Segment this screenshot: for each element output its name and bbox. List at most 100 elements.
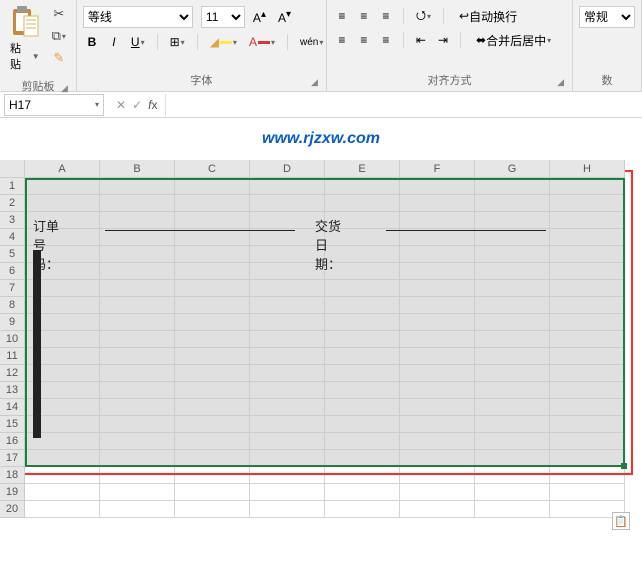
cell[interactable] bbox=[100, 263, 175, 280]
number-format-select[interactable]: 常规 bbox=[579, 6, 635, 28]
fill-color-button[interactable]: ◢▾ bbox=[206, 32, 241, 52]
cell[interactable] bbox=[475, 314, 550, 331]
decrease-indent-button[interactable]: ⇤ bbox=[412, 30, 430, 50]
cell[interactable] bbox=[250, 280, 325, 297]
cell[interactable] bbox=[325, 433, 400, 450]
cell[interactable] bbox=[400, 178, 475, 195]
cell[interactable] bbox=[175, 297, 250, 314]
font-color-button[interactable]: A▾ bbox=[245, 32, 279, 52]
phonetic-button[interactable]: wén▾ bbox=[296, 32, 327, 52]
cell[interactable] bbox=[100, 501, 175, 518]
row-header[interactable]: 8 bbox=[0, 297, 25, 314]
cell[interactable] bbox=[325, 450, 400, 467]
cell[interactable] bbox=[325, 416, 400, 433]
cell[interactable] bbox=[175, 314, 250, 331]
cell[interactable] bbox=[250, 484, 325, 501]
cell[interactable] bbox=[550, 365, 625, 382]
row-header[interactable]: 4 bbox=[0, 229, 25, 246]
cell[interactable] bbox=[550, 433, 625, 450]
row-header[interactable]: 9 bbox=[0, 314, 25, 331]
cell[interactable] bbox=[475, 382, 550, 399]
cell[interactable] bbox=[325, 178, 400, 195]
align-bottom-button[interactable]: ≡ bbox=[377, 6, 395, 26]
cell[interactable] bbox=[250, 467, 325, 484]
cell[interactable] bbox=[25, 263, 100, 280]
column-header[interactable]: D bbox=[250, 160, 325, 178]
paste-options-button[interactable]: 📋 bbox=[612, 512, 630, 530]
row-header[interactable]: 16 bbox=[0, 433, 25, 450]
select-all-corner[interactable] bbox=[0, 160, 25, 178]
cell[interactable] bbox=[550, 331, 625, 348]
cell[interactable] bbox=[475, 501, 550, 518]
row-header[interactable]: 17 bbox=[0, 450, 25, 467]
column-header[interactable]: H bbox=[550, 160, 625, 178]
cell[interactable] bbox=[175, 416, 250, 433]
cell[interactable] bbox=[475, 229, 550, 246]
cell[interactable] bbox=[250, 314, 325, 331]
cell[interactable] bbox=[400, 365, 475, 382]
cell[interactable] bbox=[100, 399, 175, 416]
cell[interactable] bbox=[175, 433, 250, 450]
cell[interactable] bbox=[25, 416, 100, 433]
cell[interactable] bbox=[550, 484, 625, 501]
cell[interactable] bbox=[250, 365, 325, 382]
row-header[interactable]: 1 bbox=[0, 178, 25, 195]
cell[interactable] bbox=[250, 178, 325, 195]
cell[interactable] bbox=[250, 399, 325, 416]
align-middle-button[interactable]: ≡ bbox=[355, 6, 373, 26]
cell[interactable] bbox=[400, 263, 475, 280]
cell[interactable] bbox=[175, 229, 250, 246]
cell[interactable] bbox=[25, 348, 100, 365]
cell[interactable] bbox=[175, 246, 250, 263]
cut-button[interactable]: ✂ bbox=[48, 4, 70, 24]
cell[interactable] bbox=[175, 501, 250, 518]
row-header[interactable]: 7 bbox=[0, 280, 25, 297]
cell[interactable] bbox=[25, 331, 100, 348]
cell[interactable] bbox=[175, 399, 250, 416]
cell[interactable] bbox=[175, 331, 250, 348]
cell[interactable] bbox=[175, 348, 250, 365]
cell[interactable] bbox=[475, 195, 550, 212]
cell[interactable] bbox=[475, 467, 550, 484]
cell[interactable] bbox=[550, 178, 625, 195]
underline-button[interactable]: U▾ bbox=[127, 32, 149, 52]
orientation-button[interactable]: ⭯▾ bbox=[412, 6, 435, 26]
cell[interactable] bbox=[400, 195, 475, 212]
cell[interactable] bbox=[100, 331, 175, 348]
cell[interactable] bbox=[100, 246, 175, 263]
cell[interactable] bbox=[325, 280, 400, 297]
cell[interactable] bbox=[25, 246, 100, 263]
border-button[interactable]: ⊞▾ bbox=[166, 32, 189, 52]
increase-font-button[interactable]: A▴ bbox=[249, 7, 270, 27]
cell[interactable] bbox=[475, 450, 550, 467]
cell[interactable] bbox=[100, 314, 175, 331]
cell[interactable] bbox=[250, 195, 325, 212]
column-header[interactable]: B bbox=[100, 160, 175, 178]
cell[interactable] bbox=[100, 280, 175, 297]
cell[interactable] bbox=[250, 501, 325, 518]
cell[interactable] bbox=[25, 212, 100, 229]
row-header[interactable]: 14 bbox=[0, 399, 25, 416]
cell[interactable] bbox=[175, 178, 250, 195]
cell[interactable] bbox=[475, 348, 550, 365]
cell[interactable] bbox=[100, 467, 175, 484]
row-header[interactable]: 10 bbox=[0, 331, 25, 348]
row-header[interactable]: 5 bbox=[0, 246, 25, 263]
cell[interactable] bbox=[25, 501, 100, 518]
align-left-button[interactable]: ≡ bbox=[333, 30, 351, 50]
cell[interactable] bbox=[400, 212, 475, 229]
cell[interactable] bbox=[175, 212, 250, 229]
cell[interactable] bbox=[550, 382, 625, 399]
row-header[interactable]: 3 bbox=[0, 212, 25, 229]
dialog-launcher-icon[interactable]: ◢ bbox=[557, 77, 564, 88]
cell[interactable] bbox=[400, 433, 475, 450]
cell[interactable] bbox=[25, 382, 100, 399]
row-header[interactable]: 12 bbox=[0, 365, 25, 382]
cell[interactable] bbox=[25, 195, 100, 212]
align-center-button[interactable]: ≡ bbox=[355, 30, 373, 50]
cell[interactable] bbox=[25, 450, 100, 467]
column-header[interactable]: G bbox=[475, 160, 550, 178]
cell[interactable] bbox=[175, 280, 250, 297]
row-header[interactable]: 15 bbox=[0, 416, 25, 433]
cell[interactable] bbox=[250, 229, 325, 246]
